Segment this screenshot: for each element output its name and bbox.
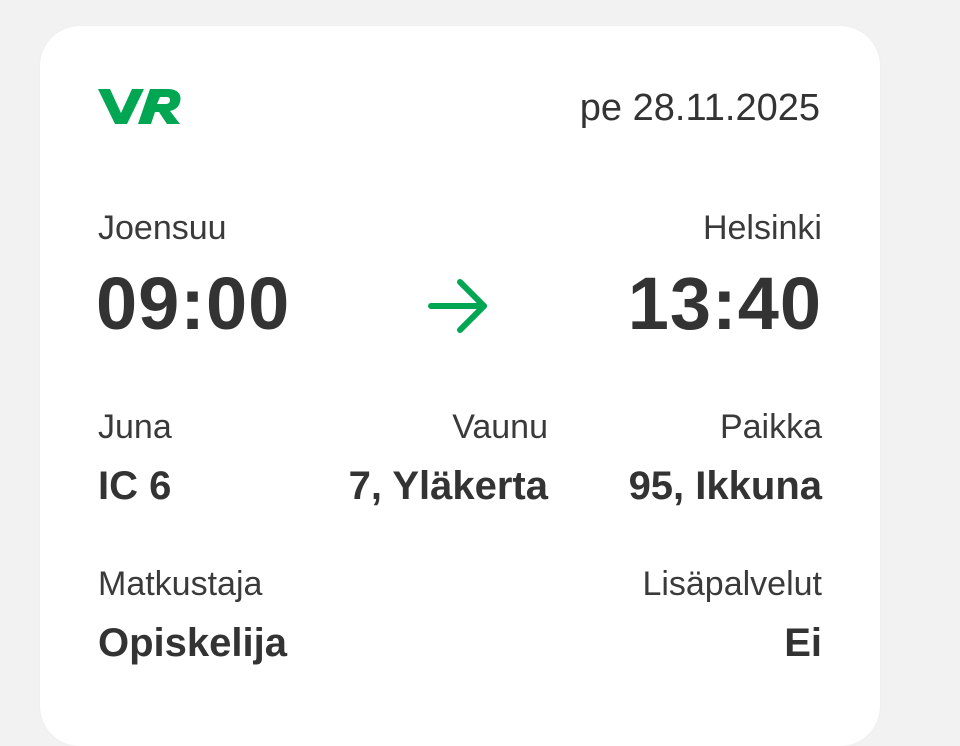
arrival-time: 13:40 [627, 262, 822, 345]
departure-time: 09:00 [96, 262, 291, 345]
passenger-value: Opiskelija [98, 621, 287, 665]
car-label: Vaunu [452, 408, 548, 446]
seat-label: Paikka [719, 408, 822, 446]
destination-station: Helsinki [702, 209, 822, 247]
vr-logo [98, 89, 181, 124]
extras-value: Ei [784, 621, 822, 665]
train-value: IC 6 [98, 464, 172, 508]
extras-label: Lisäpalvelut [642, 565, 822, 603]
origin-station: Joensuu [98, 209, 227, 247]
travel-date: pe 28.11.2025 [579, 87, 820, 129]
seat-value: 95, Ikkuna [628, 464, 822, 508]
passenger-label: Matkustaja [98, 565, 263, 603]
arrow-right-icon [428, 279, 487, 333]
train-label: Juna [98, 408, 172, 446]
car-value: 7, Yläkerta [348, 464, 548, 508]
ticket-card: pe 28.11.2025 Joensuu Helsinki 09:00 13:… [40, 26, 880, 746]
